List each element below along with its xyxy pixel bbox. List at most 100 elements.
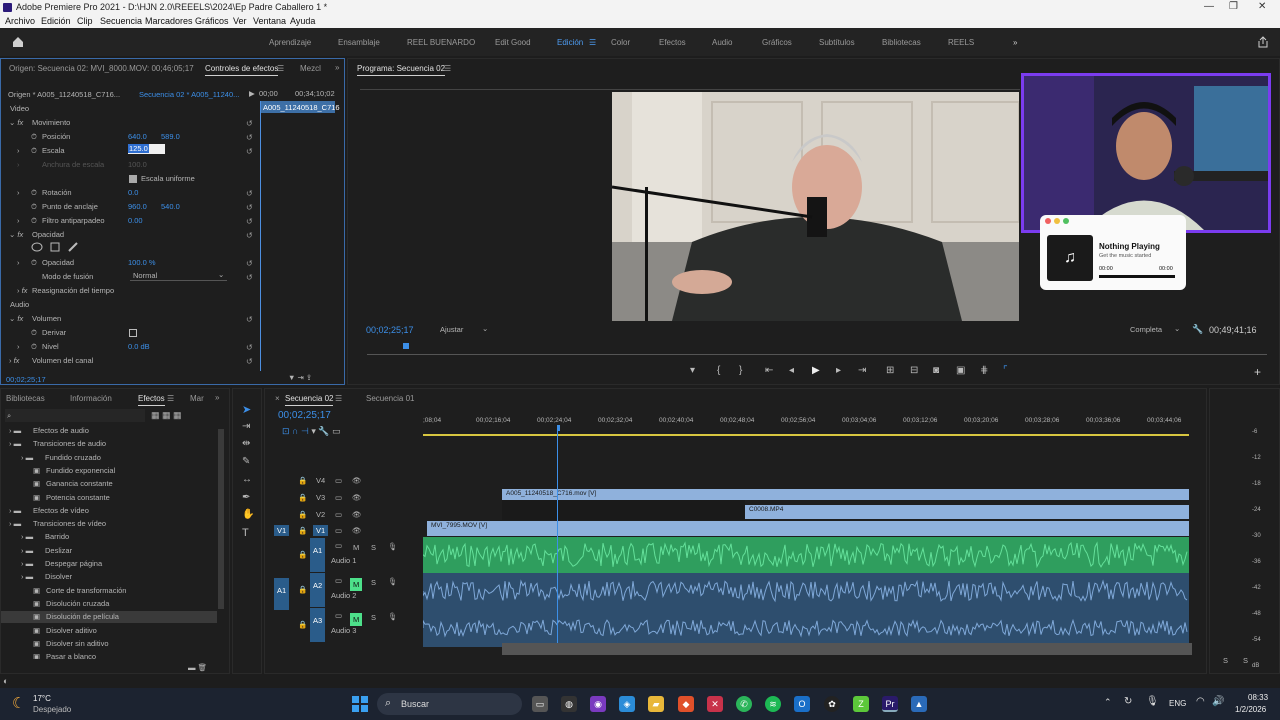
track-label[interactable]: A1	[310, 538, 326, 572]
premiere-taskbar-icon[interactable]: Pr	[882, 696, 898, 712]
menu-edicion[interactable]: Edición	[41, 16, 71, 26]
tab-menu-icon[interactable]: ☰	[277, 64, 284, 73]
share-icon[interactable]	[1257, 36, 1269, 48]
tool-icon[interactable]: ✕	[707, 696, 723, 712]
tab-secuencia-02[interactable]: Secuencia 02	[285, 394, 334, 406]
effects-tree-item[interactable]: › ▬ Barrido	[1, 531, 217, 543]
nivel-value[interactable]: 0.0 dB	[128, 342, 150, 351]
movimiento-expand-icon[interactable]: ⌄ fx	[9, 118, 23, 127]
menu-graficos[interactable]: Gráficos	[195, 16, 229, 26]
quality-dropdown[interactable]: Completa ⌄	[1130, 324, 1182, 335]
video-track-header[interactable]: 🔒 V2 ▭ 👁	[273, 509, 423, 523]
workspace-reels[interactable]: REELS	[948, 38, 974, 47]
video-track-header[interactable]: 🔒 V3 ▭ 👁	[273, 492, 423, 506]
video-track-header[interactable]: 🔒 V4 ▭ 👁	[273, 475, 423, 489]
fit-dropdown[interactable]: Ajustar ⌄	[440, 324, 492, 335]
effects-tree-item[interactable]: ▣ Disolver aditivo	[1, 625, 217, 637]
nivel-expand-icon[interactable]: ›	[17, 342, 20, 351]
taskbar-search[interactable]: ⌕ Buscar	[377, 693, 522, 715]
weather-desc[interactable]: Despejado	[33, 705, 71, 714]
lock-icon[interactable]: 🔒	[298, 620, 307, 629]
program-video-frame[interactable]	[612, 92, 1019, 321]
track-select-tool-icon[interactable]: ⇥	[242, 421, 250, 432]
stopwatch-icon[interactable]: ⏱	[31, 132, 37, 142]
effects-search-input[interactable]: ⌕	[5, 409, 145, 422]
solo-button[interactable]: S	[371, 613, 376, 622]
wrench-icon[interactable]: 🔧	[1192, 324, 1203, 335]
anclaje-y-value[interactable]: 540.0	[161, 202, 180, 211]
reset-icon[interactable]: ↺	[246, 231, 253, 240]
stopwatch-icon[interactable]: ⏱	[31, 342, 37, 352]
play-icon[interactable]: ▶	[812, 365, 820, 376]
menu-clip[interactable]: Clip	[77, 16, 93, 26]
tab-bibliotecas[interactable]: Bibliotecas	[6, 394, 45, 403]
uniforme-checkbox[interactable]	[129, 175, 137, 183]
workspace-menu-icon[interactable]: ☰	[589, 38, 596, 47]
program-timecode[interactable]: 00;02;25;17	[366, 325, 414, 335]
tab-informacion[interactable]: Información	[70, 394, 112, 403]
ec-playhead[interactable]	[260, 101, 261, 371]
workspace-edicion[interactable]: Edición	[557, 38, 583, 47]
reasignacion-expand-icon[interactable]: › fx	[17, 286, 27, 295]
timeline-close-icon[interactable]: ×	[275, 394, 280, 403]
outlook-icon[interactable]: O	[794, 696, 810, 712]
volumen-expand-icon[interactable]: ⌄ fx	[9, 314, 23, 323]
lock-icon[interactable]: 🔒	[298, 510, 307, 519]
audio-track-header[interactable]: A3 🔒 ▭ M S 🎙 Audio 3	[273, 608, 423, 644]
rotacion-expand-icon[interactable]: ›	[17, 188, 20, 197]
tab-effect-controls[interactable]: Controles de efectos	[205, 64, 279, 76]
audio-track-header[interactable]: A1 🔒 ▭ M S 🎙 Audio 1	[273, 538, 423, 574]
timeline-scrollbar[interactable]	[502, 643, 1192, 655]
minimize-button[interactable]: —	[1204, 1, 1214, 12]
whatsapp-icon[interactable]: ✆	[736, 696, 752, 712]
posicion-x-value[interactable]: 640.0	[128, 132, 147, 141]
reset-icon[interactable]: ↺	[246, 119, 253, 128]
minimize-dot-icon[interactable]	[1054, 218, 1060, 224]
filtro-value[interactable]: 0.00	[128, 216, 143, 225]
tray-chevron-icon[interactable]: ⌃	[1104, 697, 1112, 708]
track-label[interactable]: V2	[313, 509, 328, 520]
reset-icon[interactable]: ↺	[246, 189, 253, 198]
mic-icon[interactable]: 🎙	[388, 542, 398, 551]
mic-icon[interactable]: 🎙	[388, 612, 398, 621]
stopwatch-icon[interactable]: ⏱	[31, 216, 37, 226]
slip-tool-icon[interactable]: ↔	[242, 474, 252, 485]
effects-tree-item[interactable]: ▣ Potencia constante	[1, 492, 217, 504]
effects-tree-item[interactable]: › ▬ Deslizar	[1, 545, 217, 557]
effects-tree-item[interactable]: ▣ Pasar a blanco	[1, 651, 217, 659]
stopwatch-icon[interactable]: ⏱	[31, 146, 37, 156]
workspace-color[interactable]: Color	[611, 38, 630, 47]
workspace-subtitulos[interactable]: Subtítulos	[819, 38, 855, 47]
menu-marcadores[interactable]: Marcadores	[145, 16, 193, 26]
ripple-edit-tool-icon[interactable]: ⇹	[242, 438, 250, 449]
solo-button[interactable]: S	[371, 543, 376, 552]
track-label[interactable]: V3	[313, 492, 328, 503]
program-ruler[interactable]	[360, 80, 1020, 90]
escala-input[interactable]: 125.0	[128, 144, 165, 154]
effects-tree-item[interactable]: › ▬ Fundido cruzado	[1, 452, 217, 464]
brave-icon[interactable]: ◆	[678, 696, 694, 712]
program-playhead[interactable]	[403, 343, 409, 349]
mini-clip[interactable]: A005_11240518_C716	[260, 101, 340, 113]
go-to-out-icon[interactable]: ⇥	[858, 365, 866, 376]
track-label[interactable]: V1	[313, 525, 329, 536]
workspace-ensamblaje[interactable]: Ensamblaje	[338, 38, 380, 47]
efectos-menu-icon[interactable]: ☰	[167, 394, 174, 403]
safe-margins-icon[interactable]: ⋕	[980, 365, 988, 376]
rotacion-value[interactable]: 0.0	[128, 188, 138, 197]
workspace-bibliotecas[interactable]: Bibliotecas	[882, 38, 921, 47]
sync-lock-icon[interactable]: ▭	[335, 611, 342, 620]
derivar-checkbox[interactable]	[129, 329, 137, 337]
language-indicator[interactable]: ENG	[1169, 699, 1186, 708]
program-menu-icon[interactable]: ☰	[444, 64, 451, 73]
comparison-icon[interactable]: ▣	[956, 365, 965, 376]
lock-icon[interactable]: 🔒	[298, 476, 307, 485]
close-button[interactable]: ✕	[1258, 1, 1266, 12]
work-area-bar[interactable]	[423, 434, 1189, 436]
effects-tree-item[interactable]: › ▬ Transiciones de vídeo	[1, 518, 217, 530]
tab-efectos[interactable]: Efectos	[138, 394, 165, 406]
task-view-icon[interactable]: ▭	[532, 696, 548, 712]
workspace-audio[interactable]: Audio	[712, 38, 732, 47]
anclaje-x-value[interactable]: 960.0	[128, 202, 147, 211]
pen-tool-icon[interactable]: ✒	[242, 492, 250, 503]
